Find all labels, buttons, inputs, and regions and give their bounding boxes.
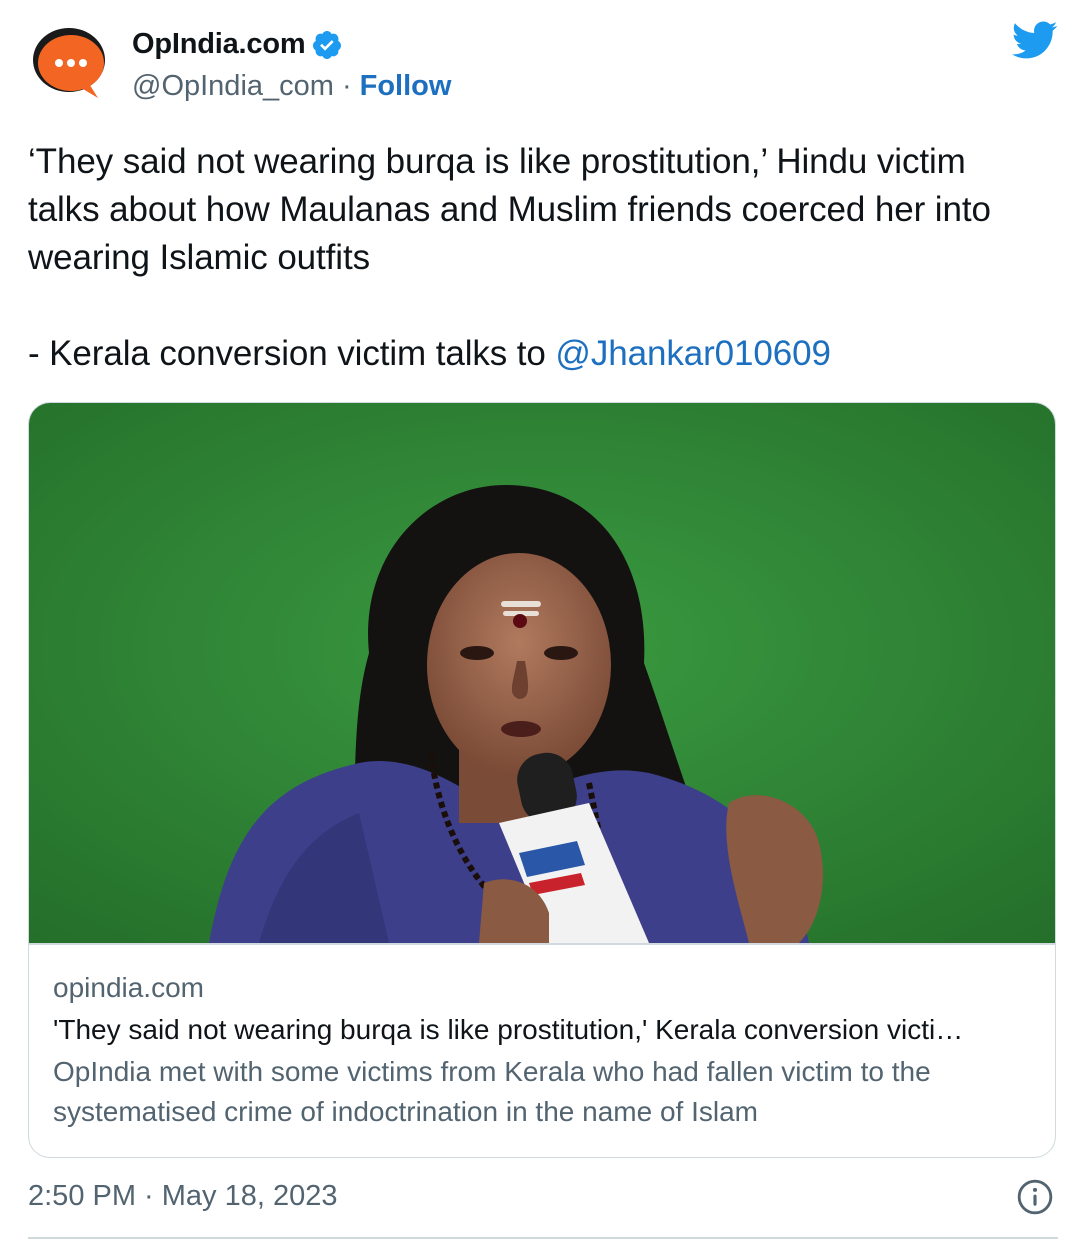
card-divider — [29, 943, 1055, 945]
tweet-footer: 2:50 PM · May 18, 2023 — [28, 1176, 1056, 1224]
timestamp[interactable]: 2:50 PM · May 18, 2023 — [28, 1180, 338, 1213]
handle[interactable]: @OpIndia_com — [132, 70, 334, 103]
tweet-text-attribution-prefix: - Kerala conversion victim talks to — [28, 334, 556, 373]
separator: · — [341, 70, 352, 102]
card-body: opindia.com 'They said not wearing burqa… — [53, 968, 1033, 1132]
card-description: OpIndia met with some victims from Keral… — [53, 1056, 931, 1127]
mention-link[interactable]: @Jhankar010609 — [555, 334, 831, 373]
card-title: 'They said not wearing burqa is like pro… — [53, 1014, 964, 1045]
avatar[interactable] — [28, 20, 114, 106]
handle-row: @OpIndia_com · Follow — [132, 70, 451, 103]
bottom-divider — [28, 1237, 1058, 1239]
display-name[interactable]: OpIndia.com — [132, 28, 306, 61]
tweet-text-headline: ‘They said not wearing burqa is like pro… — [28, 142, 991, 277]
tweet-text-attribution: - Kerala conversion victim talks to @Jha… — [28, 330, 1038, 378]
card-domain: opindia.com — [53, 972, 204, 1003]
twitter-bird-icon[interactable] — [1010, 20, 1058, 60]
tweet-header: OpIndia.com @OpIndia_com · Follow — [28, 20, 1058, 110]
follow-button[interactable]: Follow — [360, 70, 452, 103]
verified-badge-icon — [313, 30, 342, 59]
name-row: OpIndia.com — [132, 28, 343, 61]
card-image[interactable] — [29, 403, 1056, 943]
info-icon[interactable] — [1016, 1178, 1054, 1216]
link-card[interactable]: opindia.com 'They said not wearing burqa… — [28, 402, 1056, 1158]
tweet-text: ‘They said not wearing burqa is like pro… — [28, 138, 1038, 378]
